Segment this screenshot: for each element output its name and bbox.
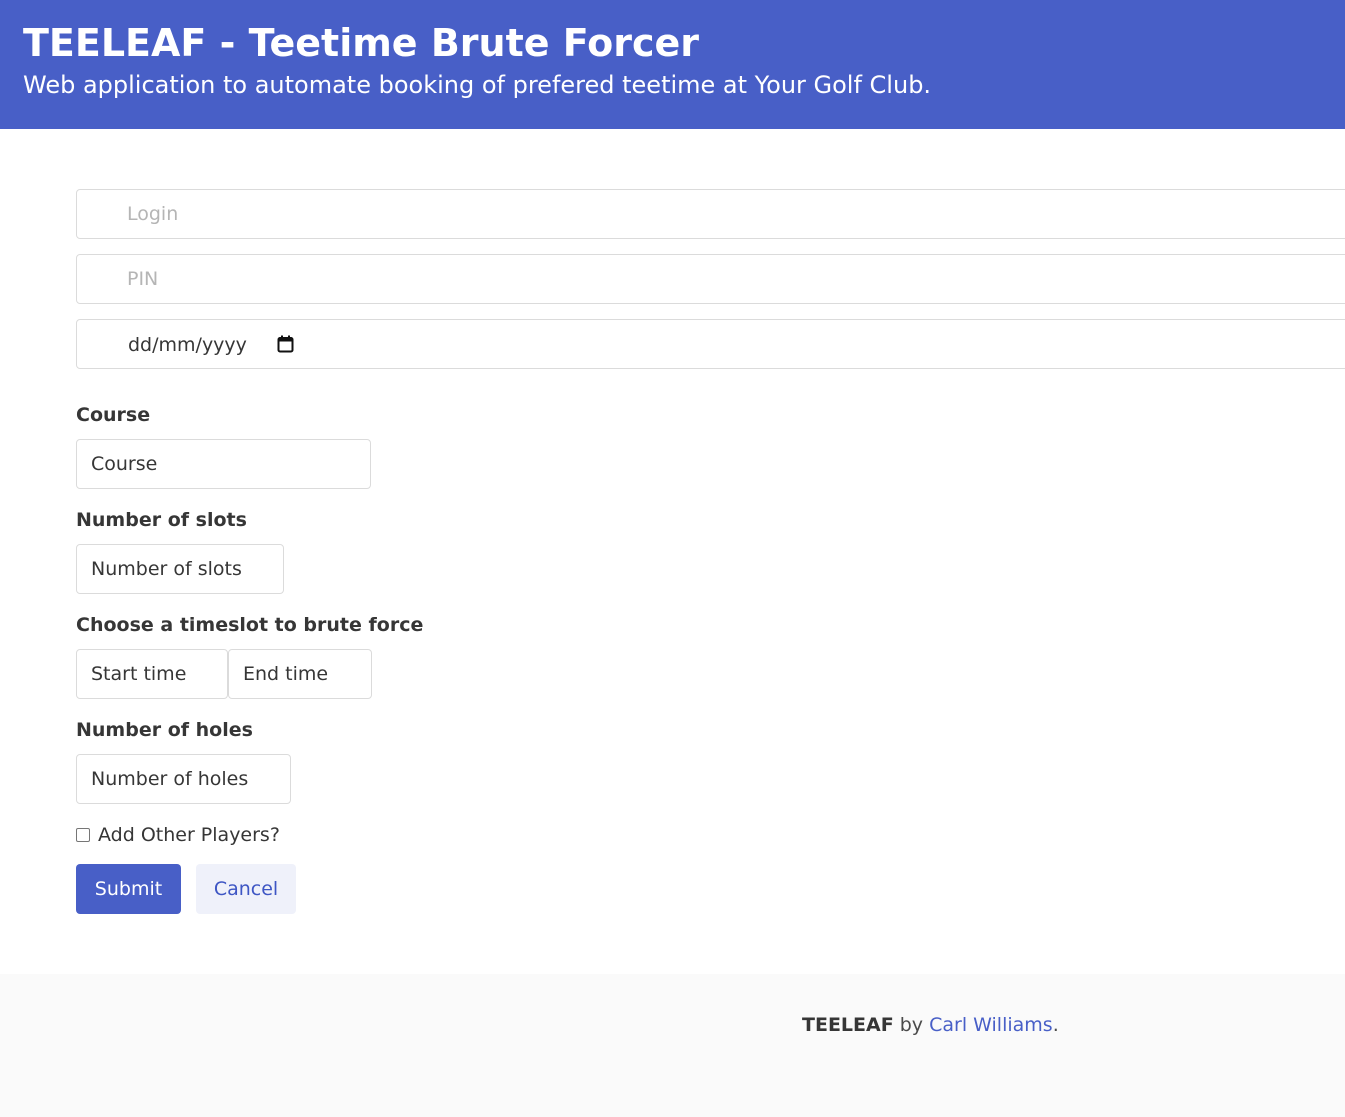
add-players-option[interactable]: Add Other Players? — [76, 822, 280, 848]
holes-label: Number of holes — [76, 719, 253, 741]
date-placeholder: dd/mm/yyyy — [128, 334, 247, 356]
pin-input[interactable] — [76, 254, 1345, 304]
footer-by: by — [899, 1014, 924, 1036]
slots-label: Number of slots — [76, 509, 247, 531]
footer-credit: TEELEAF by Carl Williams. — [802, 1012, 1059, 1038]
slots-input[interactable] — [76, 544, 284, 594]
timeslot-label: Choose a timeslot to brute force — [76, 614, 424, 636]
holes-input[interactable] — [76, 754, 291, 804]
cancel-button[interactable]: Cancel — [196, 864, 296, 914]
start-time-input[interactable] — [76, 649, 228, 699]
add-players-checkbox[interactable] — [76, 828, 90, 842]
footer-brand: TEELEAF — [802, 1014, 894, 1036]
add-players-label: Add Other Players? — [98, 824, 280, 846]
page-subtitle: Web application to automate booking of p… — [23, 71, 932, 99]
footer-period: . — [1052, 1014, 1059, 1036]
footer: TEELEAF by Carl Williams. — [0, 974, 1345, 1117]
course-label: Course — [76, 404, 151, 426]
login-input[interactable] — [76, 189, 1345, 239]
course-input[interactable] — [76, 439, 371, 489]
author-link[interactable]: Carl Williams — [929, 1014, 1053, 1036]
submit-button[interactable]: Submit — [76, 864, 181, 914]
calendar-icon[interactable] — [277, 335, 294, 353]
page-title: TEELEAF - Teetime Brute Forcer — [23, 21, 700, 65]
date-input[interactable]: dd/mm/yyyy — [76, 319, 1345, 369]
hero-banner: TEELEAF - Teetime Brute Forcer Web appli… — [0, 0, 1345, 129]
end-time-input[interactable] — [228, 649, 372, 699]
